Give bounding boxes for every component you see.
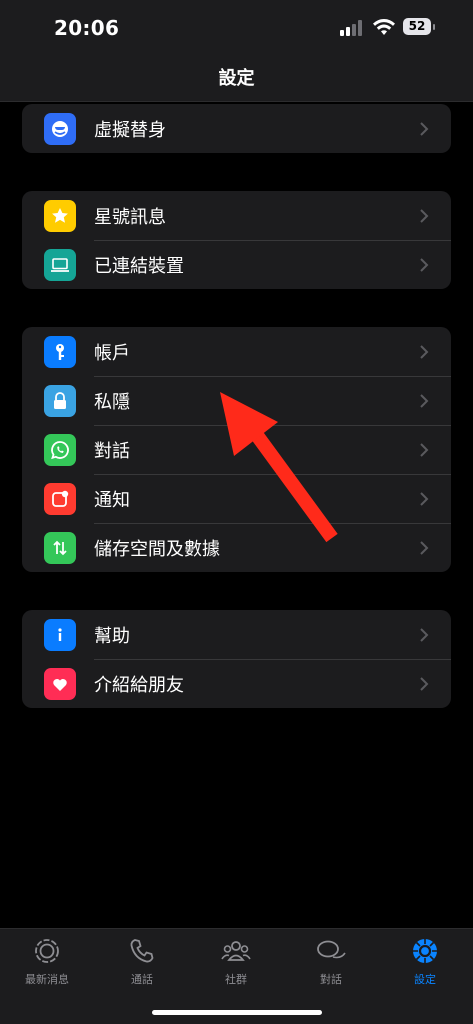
chevron-right-icon (420, 344, 429, 359)
community-icon (221, 941, 251, 961)
lock-icon (44, 384, 76, 417)
cellular-signal-icon (340, 20, 362, 36)
settings-group-starred-devices: 星號訊息 已連結裝置 (22, 191, 451, 289)
chevron-right-icon (420, 257, 429, 272)
settings-group-help: 幫助 介紹給朋友 (22, 610, 451, 708)
settings-row-help[interactable]: 幫助 (22, 610, 451, 659)
status-time: 20:06 (54, 16, 120, 40)
tab-label: 社群 (225, 973, 247, 986)
phone-icon (130, 939, 154, 963)
settings-row-label: 虛擬替身 (94, 119, 166, 141)
chevron-right-icon (420, 442, 429, 457)
tab-updates[interactable]: 最新消息 (0, 936, 94, 987)
chevron-right-icon (420, 121, 429, 136)
chevron-right-icon (420, 540, 429, 555)
settings-row-account[interactable]: 帳戶 (22, 327, 451, 376)
settings-row-label: 已連結裝置 (94, 255, 184, 277)
tab-calls[interactable]: 通話 (95, 936, 189, 987)
settings-icon (413, 939, 437, 963)
chevron-right-icon (420, 491, 429, 506)
updates-icon (35, 939, 59, 963)
notification-icon (44, 482, 76, 515)
settings-row-label: 星號訊息 (94, 206, 166, 228)
chevron-right-icon (420, 393, 429, 408)
whatsapp-icon (44, 433, 76, 466)
settings-row-starred[interactable]: 星號訊息 (22, 191, 451, 240)
heart-icon (44, 667, 76, 700)
tab-settings[interactable]: 設定 (378, 936, 472, 987)
arrows-icon (44, 531, 76, 564)
settings-row-label: 介紹給朋友 (94, 674, 184, 696)
chats-icon (317, 940, 346, 959)
star-icon (44, 199, 76, 232)
laptop-icon (44, 248, 76, 281)
settings-row-label: 帳戶 (94, 342, 130, 364)
tab-chats[interactable]: 對話 (284, 936, 378, 987)
info-icon (44, 618, 76, 651)
settings-row-label: 儲存空間及數據 (94, 538, 220, 560)
settings-row-label: 幫助 (94, 625, 130, 647)
tab-label: 對話 (320, 973, 342, 986)
page-title: 設定 (218, 68, 255, 89)
key-icon (44, 335, 76, 368)
annotation-arrow (220, 392, 338, 543)
top-bar: 20:06 52 設定 (0, 0, 473, 102)
chevron-right-icon (420, 676, 429, 691)
settings-row-label: 對話 (94, 440, 130, 462)
chevron-right-icon (420, 208, 429, 223)
settings-row-label: 私隱 (94, 391, 130, 413)
tab-label: 設定 (414, 973, 436, 986)
tab-label: 通話 (131, 973, 153, 986)
battery-indicator: 52 (403, 18, 435, 35)
chevron-right-icon (420, 627, 429, 642)
home-indicator (152, 1010, 322, 1015)
settings-group-avatar: 虛擬替身 (22, 104, 451, 153)
wifi-icon (373, 19, 395, 35)
settings-row-label: 通知 (94, 489, 130, 511)
settings-row-tell-friend[interactable]: 介紹給朋友 (22, 659, 451, 708)
avatar-icon (44, 112, 76, 145)
settings-row-avatar[interactable]: 虛擬替身 (22, 104, 451, 153)
tab-label: 最新消息 (25, 973, 69, 986)
tab-communities[interactable]: 社群 (189, 936, 283, 987)
settings-row-linked-devices[interactable]: 已連結裝置 (22, 240, 451, 289)
